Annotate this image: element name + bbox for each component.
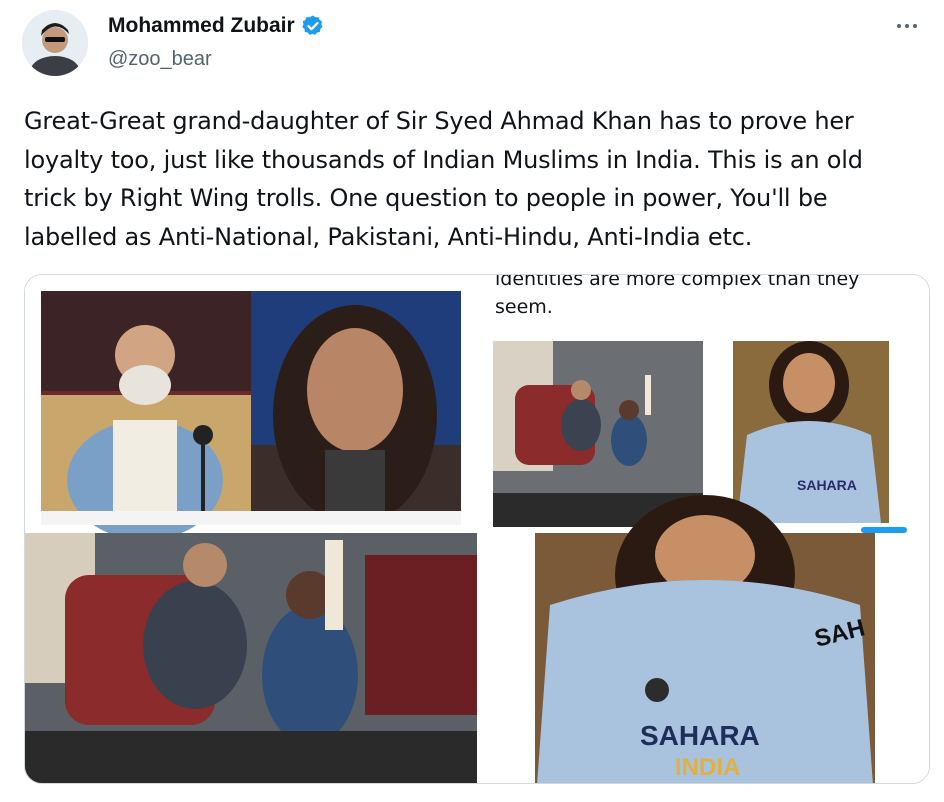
caption-line-1: identities are more complex than they (495, 275, 859, 290)
author-display-name[interactable]: Mohammed Zubair (108, 14, 295, 38)
jersey-text-india: INDIA (675, 754, 740, 781)
media-image[interactable]: identities are more complex than they se… (24, 274, 930, 784)
more-dot (897, 24, 901, 28)
more-dot (913, 24, 917, 28)
more-dot (905, 24, 909, 28)
large-photo-couple (25, 533, 477, 783)
author-handle[interactable]: @zoo_bear (108, 48, 212, 71)
small-photo-couple (493, 341, 703, 527)
tweet-header: Mohammed Zubair @zoo_bear (22, 10, 922, 76)
verified-badge-icon (301, 14, 325, 38)
large-photo-selfie: SAHARA INDIA SAH (477, 495, 929, 783)
more-options-icon[interactable] (892, 16, 922, 36)
profile-avatar[interactable] (22, 10, 88, 76)
caption-line-2: seem. (495, 296, 553, 318)
jersey-text-large: SAHARA (640, 720, 760, 751)
jersey-text-small: SAHARA (797, 477, 857, 493)
caption-area: identities are more complex than they se… (477, 275, 929, 335)
news-photo-panel (25, 275, 477, 540)
tweet-text: Great-Great grand-daughter of Sir Syed A… (24, 107, 863, 251)
author-name-row: Mohammed Zubair (108, 14, 325, 38)
